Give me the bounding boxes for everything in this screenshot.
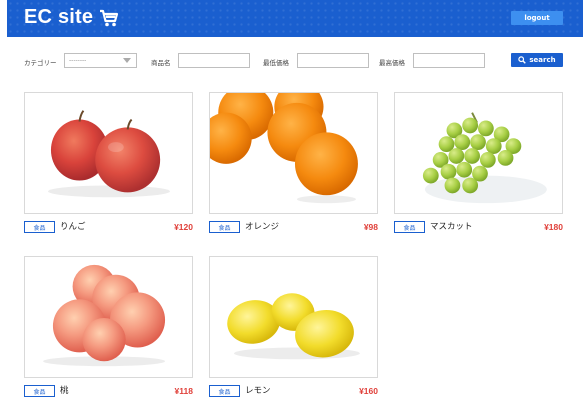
product-card[interactable]: 食品 桃 ¥118 xyxy=(24,256,193,402)
brand-logo[interactable]: EC site xyxy=(24,6,119,29)
search-button-label: search xyxy=(529,56,556,64)
product-image-lemons[interactable] xyxy=(209,256,378,378)
max-price-input[interactable] xyxy=(413,53,485,68)
product-image-peaches[interactable] xyxy=(24,256,193,378)
search-button[interactable]: search xyxy=(511,53,563,67)
product-name[interactable]: オレンジ xyxy=(245,221,279,233)
search-icon xyxy=(518,56,527,64)
logout-button[interactable]: logout xyxy=(511,11,563,25)
product-price: ¥120 xyxy=(174,222,193,232)
product-card[interactable]: 食品 りんご ¥120 xyxy=(24,92,193,252)
product-image-oranges[interactable] xyxy=(209,92,378,214)
product-name[interactable]: マスカット xyxy=(430,221,473,233)
product-image-apples[interactable] xyxy=(24,92,193,214)
category-label: カテゴリー xyxy=(24,59,57,67)
product-price: ¥180 xyxy=(544,222,563,232)
product-card[interactable]: 食品 マスカット ¥180 xyxy=(394,92,563,252)
product-name-input[interactable] xyxy=(178,53,250,68)
product-card[interactable]: 食品 オレンジ ¥98 xyxy=(209,92,378,252)
min-price-label: 最低価格 xyxy=(263,59,289,67)
product-image-grapes[interactable] xyxy=(394,92,563,214)
product-price: ¥118 xyxy=(174,386,193,396)
category-badge: 食品 xyxy=(394,221,425,233)
min-price-input[interactable] xyxy=(297,53,369,68)
category-select[interactable]: -------- xyxy=(64,53,137,68)
product-name[interactable]: レモン xyxy=(245,385,271,397)
category-badge: 食品 xyxy=(24,221,55,233)
product-name[interactable]: りんご xyxy=(60,221,86,233)
site-header: EC site logout xyxy=(7,0,583,37)
chevron-down-icon xyxy=(123,58,131,63)
category-badge: 食品 xyxy=(24,385,55,397)
max-price-label: 最高価格 xyxy=(379,59,405,67)
product-card[interactable]: 食品 レモン ¥160 xyxy=(209,256,378,402)
category-badge: 食品 xyxy=(209,385,240,397)
product-name-label: 商品名 xyxy=(151,59,171,67)
category-select-value: -------- xyxy=(69,57,87,64)
category-badge: 食品 xyxy=(209,221,240,233)
product-price: ¥160 xyxy=(359,386,378,396)
shopping-cart-icon xyxy=(99,9,119,27)
product-name[interactable]: 桃 xyxy=(60,385,69,397)
product-price: ¥98 xyxy=(363,222,378,232)
brand-title: EC site xyxy=(24,6,94,28)
